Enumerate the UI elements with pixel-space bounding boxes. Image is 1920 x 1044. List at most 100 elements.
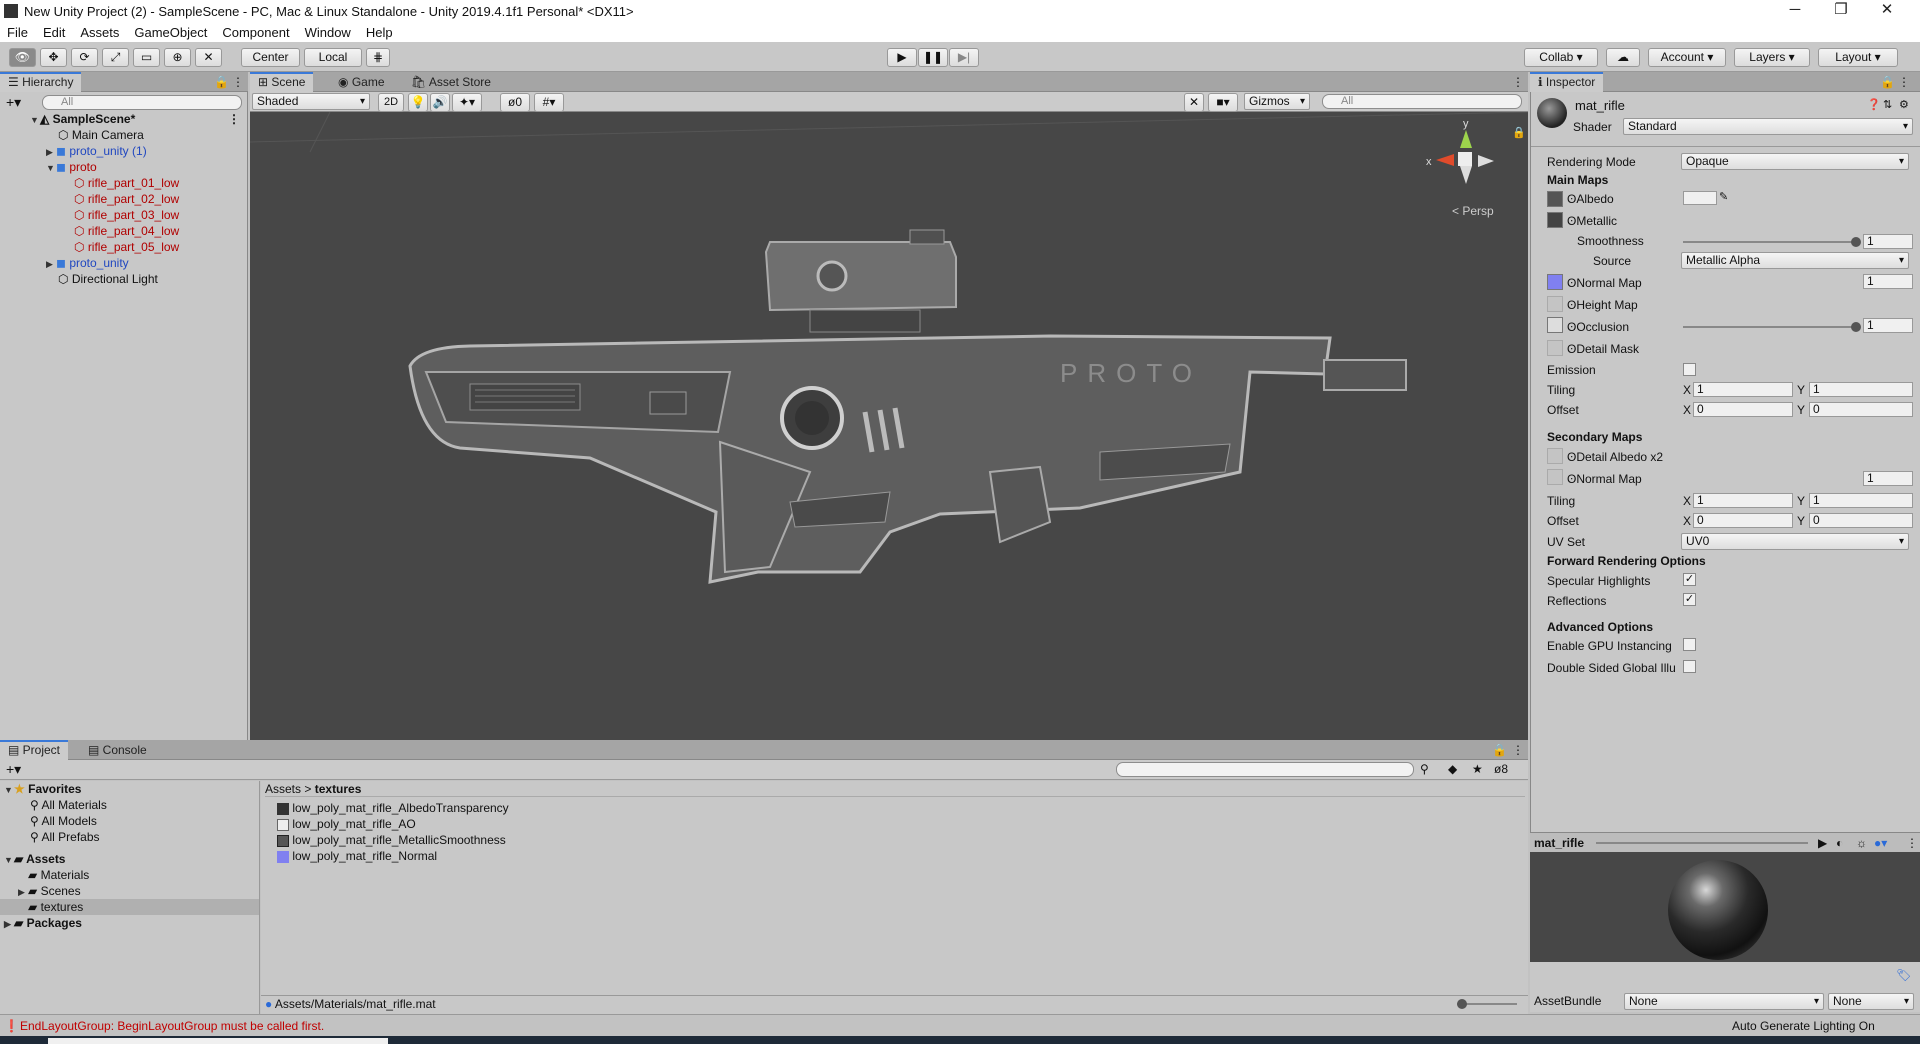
gizmos-dropdown[interactable]: Gizmos [1244,93,1310,110]
expand-arrow-icon[interactable]: ▼ [30,112,40,128]
play-button[interactable]: ▶ [887,48,917,67]
close-button[interactable]: ✕ [1864,0,1910,22]
tiling-x-input[interactable]: 1 [1693,382,1793,397]
rect-tool-icon[interactable]: ▭ [133,48,160,67]
collab-dropdown[interactable]: Collab ▾ [1524,48,1598,67]
more-menu-icon[interactable]: ⋮ [1906,836,1918,850]
occlusion-texture-slot[interactable] [1547,317,1563,333]
layers-dropdown[interactable]: Layers ▾ [1734,48,1810,67]
hierarchy-item[interactable]: ▼◼ proto [46,159,97,175]
hierarchy-item[interactable]: ⬡ Directional Light [58,271,158,287]
lock-icon[interactable]: 🔒 [1512,126,1526,139]
hierarchy-item[interactable]: ⬡ rifle_part_02_low [74,191,179,207]
file-item[interactable]: low_poly_mat_rifle_Normal [277,848,437,864]
preview-light-icon[interactable]: ☼ [1856,836,1867,850]
offset-2-y-input[interactable]: 0 [1809,513,1913,528]
menu-help[interactable]: Help [366,25,393,40]
more-menu-icon[interactable]: ⋮ [232,75,244,89]
lighting-status[interactable]: Auto Generate Lighting On [1732,1019,1875,1033]
tab-inspector[interactable]: ℹ Inspector [1530,72,1604,92]
tab-game[interactable]: ◉ Game [330,72,393,92]
detail-mask-texture-slot[interactable] [1547,340,1563,356]
hidden-objects-toggle[interactable]: ø0 [500,93,530,112]
pivot-center-toggle[interactable]: Center [241,48,300,67]
assetbundle-variant-dropdown[interactable]: None [1828,993,1914,1010]
file-item[interactable]: low_poly_mat_rifle_AlbedoTransparency [277,800,509,816]
smoothness-slider[interactable] [1683,237,1861,247]
file-item[interactable]: low_poly_mat_rifle_MetallicSmoothness [277,832,506,848]
preview-shape-dropdown-icon[interactable]: ●▾ [1874,836,1887,850]
move-tool-icon[interactable]: ✥ [40,48,67,67]
expand-arrow-icon[interactable]: ▼ [4,852,14,868]
offset-2-x-input[interactable]: 0 [1693,513,1793,528]
detail-normal-label[interactable]: ʘNormal Map [1567,472,1642,486]
expand-arrow-icon[interactable]: ▶ [46,144,56,160]
menu-edit[interactable]: Edit [43,25,65,40]
height-map-texture-slot[interactable] [1547,296,1563,312]
menu-assets[interactable]: Assets [80,25,119,40]
eyedropper-icon[interactable]: ✎ [1719,190,1728,203]
project-search-input[interactable] [1116,762,1414,777]
effects-dropdown-icon[interactable]: ✦▾ [452,93,482,112]
tab-asset-store[interactable]: 🛍 Asset Store [403,72,499,92]
expand-arrow-icon[interactable]: ▶ [46,256,56,272]
expand-arrow-icon[interactable]: ▶ [4,916,14,932]
slider-knob[interactable] [1851,322,1861,332]
search-by-label-icon[interactable]: ◆ [1448,762,1457,776]
shading-mode-dropdown[interactable]: Shaded [252,93,370,110]
tiling-y-input[interactable]: 1 [1809,382,1913,397]
cloud-icon[interactable]: ☁ [1606,48,1640,67]
expand-arrow-icon[interactable]: ▼ [46,160,56,176]
favorite-item[interactable]: ⚲ All Materials [30,797,107,813]
detail-normal-scale-input[interactable]: 1 [1863,471,1913,486]
normal-map-scale-input[interactable]: 1 [1863,274,1913,289]
preview-sphere-icon[interactable]: ◐ [1836,836,1843,850]
pivot-local-toggle[interactable]: Local [304,48,362,67]
console-error-message[interactable]: EndLayoutGroup: BeginLayoutGroup must be… [20,1019,324,1033]
icon-size-slider[interactable] [1457,999,1517,1009]
lock-icon[interactable]: 🔒 [214,75,229,89]
view-tool-eye-icon[interactable]: 👁 [9,48,36,67]
menu-component[interactable]: Component [222,25,289,40]
hierarchy-item[interactable]: ⬡ rifle_part_04_low [74,223,179,239]
help-icon[interactable]: ❓ [1867,98,1881,111]
settings-gear-icon[interactable]: ⚙ [1899,98,1909,111]
metallic-texture-slot[interactable] [1547,212,1563,228]
lighting-toggle-icon[interactable]: 💡 [408,93,428,112]
detail-albedo-label[interactable]: ʘDetail Albedo x2 [1567,450,1663,464]
tab-console[interactable]: ▤ Console [80,740,155,760]
grid-snap-icon[interactable]: ⋕ [366,48,390,67]
albedo-label[interactable]: ʘAlbedo [1567,192,1614,206]
lock-icon[interactable]: 🔒 [1880,75,1895,89]
tools-icon[interactable]: ✕ [1184,93,1204,112]
material-preview[interactable] [1530,852,1920,962]
slider-knob[interactable] [1457,999,1467,1009]
albedo-texture-slot[interactable] [1547,191,1563,207]
lock-icon[interactable]: 🔒 [1492,743,1507,757]
expand-arrow-icon[interactable]: ▼ [4,782,14,798]
scene-search-input[interactable]: All [1322,94,1522,109]
tab-project[interactable]: ▤ Project [0,740,69,760]
scene-root-row[interactable]: ▼◭ SampleScene* ⋮ [30,111,246,127]
gpu-instancing-checkbox[interactable] [1683,638,1696,651]
custom-tool-icon[interactable]: ✕ [195,48,222,67]
projection-toggle[interactable]: < Persp [1452,204,1494,218]
folder-item-selected[interactable]: ▰ textures [0,899,259,915]
tiling-2-x-input[interactable]: 1 [1693,493,1793,508]
favorite-item[interactable]: ⚲ All Prefabs [30,829,100,845]
shader-dropdown[interactable]: Standard [1623,118,1913,135]
albedo-color-field[interactable] [1683,191,1717,205]
hierarchy-search-input[interactable]: All [42,95,242,110]
gizmo-x-axis-icon[interactable] [1436,154,1454,166]
expand-arrow-icon[interactable]: ▶ [18,884,28,900]
assetbundle-name-dropdown[interactable]: None [1624,993,1824,1010]
hierarchy-item[interactable]: ▶ ◼ proto_unity (1) [46,143,147,159]
layout-dropdown[interactable]: Layout ▾ [1818,48,1898,67]
specular-highlights-checkbox[interactable]: ✓ [1683,573,1696,586]
grid-dropdown-icon[interactable]: #▾ [534,93,564,112]
maximize-button[interactable]: ❐ [1818,0,1864,22]
offset-x-input[interactable]: 0 [1693,402,1793,417]
reflections-checkbox[interactable]: ✓ [1683,593,1696,606]
audio-toggle-icon[interactable]: 🔊 [430,93,450,112]
scale-tool-icon[interactable]: ⤢ [102,48,129,67]
